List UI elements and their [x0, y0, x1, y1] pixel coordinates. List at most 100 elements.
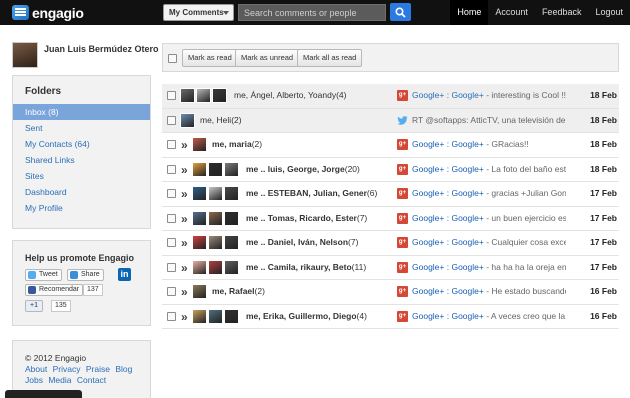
facebook-recommend-button[interactable]: Recomendar [25, 284, 84, 296]
row-checkbox[interactable] [167, 164, 176, 174]
row-checkbox[interactable] [167, 115, 176, 125]
source-link[interactable]: Google+ : Google+ [412, 286, 484, 296]
source-link[interactable]: Google+ : Google+ [412, 311, 484, 321]
footer-link-jobs[interactable]: Jobs [25, 375, 43, 385]
row-checkbox[interactable] [167, 189, 176, 198]
google-plus-count: 135 [51, 300, 71, 312]
row-checkbox[interactable] [167, 91, 176, 100]
conversation-row[interactable]: » me .. Tomas, Ricardo, Ester(7) g+ Google+… [162, 206, 619, 231]
double-chevron-icon: » [181, 138, 188, 152]
message-preview[interactable]: Google+ : Google+ - Cualquier cosa exce [412, 237, 566, 247]
tweet-button[interactable]: Tweet [25, 269, 62, 281]
participants-label: me .. Camila, rikaury, Beto(11) [246, 262, 366, 272]
message-date: 18 Feb [590, 114, 617, 125]
nav-feedback[interactable]: Feedback [535, 0, 589, 25]
folder-my-contacts[interactable]: My Contacts (64) [13, 136, 150, 152]
message-preview[interactable]: Google+ : Google+ - GRacias!! [412, 139, 566, 149]
row-checkbox[interactable] [167, 287, 176, 296]
row-checkbox[interactable] [167, 213, 176, 223]
share-button[interactable]: Share [67, 269, 104, 281]
conversation-row[interactable]: » me .. Daniel, Iván, Nelson(7) g+ Google+ … [162, 231, 619, 256]
source-link[interactable]: Google+ : Google+ [412, 213, 484, 223]
twitter-icon [28, 271, 36, 279]
message-preview[interactable]: Google+ : Google+ - La foto del baño est [412, 164, 566, 174]
linkedin-icon[interactable]: in [118, 268, 131, 281]
source-link[interactable]: Google+ : Google+ [412, 262, 484, 272]
row-checkbox[interactable] [167, 140, 176, 149]
chat-tab[interactable] [5, 390, 82, 398]
participant-avatar [224, 210, 239, 226]
mark-as-unread-button[interactable]: Mark as unread [235, 49, 300, 67]
source-link[interactable]: Google+ : Google+ [412, 90, 484, 100]
conversation-row[interactable]: » me .. Camila, rikaury, Beto(11) g+ Google… [162, 255, 619, 280]
footer-link-privacy[interactable]: Privacy [53, 364, 81, 374]
folder-shared-links[interactable]: Shared Links [13, 152, 150, 168]
participants-label: me, Heli(2) [200, 115, 242, 125]
search-button[interactable] [390, 3, 411, 21]
folder-sent[interactable]: Sent [13, 120, 150, 136]
participants-names: me, maria [212, 139, 252, 149]
double-chevron-icon: » [181, 162, 188, 177]
nav-logout[interactable]: Logout [588, 0, 630, 25]
conversation-row[interactable]: » me, Erika, Guillermo, Diego(4) g+ Google+… [162, 304, 619, 329]
select-all-checkbox[interactable] [168, 54, 177, 63]
nav-home[interactable]: Home [450, 0, 489, 25]
folder-inbox[interactable]: Inbox (8) [13, 104, 150, 120]
search-input[interactable] [238, 4, 386, 21]
source-link[interactable]: Google+ : Google+ [412, 139, 484, 149]
profile-name[interactable]: Juan Luis Bermúdez Otero [44, 44, 159, 54]
message-count: (2) [231, 114, 242, 125]
double-chevron-icon: » [181, 285, 188, 299]
message-preview[interactable]: Google+ : Google+ - interesting is Cool … [412, 90, 566, 100]
folder-my-profile[interactable]: My Profile [13, 200, 150, 216]
row-checkbox[interactable] [167, 238, 176, 247]
row-checkbox[interactable] [167, 262, 176, 272]
engagio-logo[interactable]: engagio [12, 4, 84, 21]
message-count: (2) [254, 286, 265, 296]
comments-filter-dropdown[interactable]: My Comments [163, 4, 234, 21]
participants-names: me .. Camila, rikaury, Beto [246, 261, 352, 272]
conversation-row[interactable]: » me .. luis, George, Jorge(20) g+ Google+ … [162, 157, 619, 182]
folder-sites[interactable]: Sites [13, 168, 150, 184]
participant-avatar [192, 186, 207, 201]
conversation-row[interactable]: » me .. ESTEBAN, Julian, Gener(6) g+ Google… [162, 182, 619, 207]
footer-link-contact[interactable]: Contact [77, 375, 106, 385]
participant-avatar [192, 137, 207, 152]
google-plus-one-button[interactable]: +1 [25, 300, 43, 312]
participant-avatar [192, 235, 207, 250]
message-date: 17 Feb [590, 237, 617, 247]
conversation-row[interactable]: me, Heli(2) RT @softapps: AtticTV, una te… [162, 108, 619, 133]
message-toolbar: Mark as read Mark as unread Mark all as … [162, 43, 619, 72]
avatar[interactable] [12, 42, 38, 68]
message-preview[interactable]: RT @softapps: AtticTV, una televisión de… [412, 115, 566, 125]
footer-link-praise[interactable]: Praise [86, 364, 110, 374]
conversation-row[interactable]: » me, Rafael(2) g+ Google+ : Google+ - He e… [162, 280, 619, 305]
footer-link-about[interactable]: About [25, 364, 47, 374]
snippet-text: - Cualquier cosa exce [483, 237, 566, 247]
row-checkbox[interactable] [167, 311, 176, 321]
message-preview[interactable]: Google+ : Google+ - He estado buscando [412, 286, 566, 296]
conversation-row[interactable]: » me, maria(2) g+ Google+ : Google+ - GRaci… [162, 133, 619, 158]
source-link[interactable]: Google+ : Google+ [412, 237, 484, 247]
message-preview[interactable]: Google+ : Google+ - A veces creo que la [412, 311, 566, 321]
message-date: 16 Feb [590, 310, 617, 321]
message-preview[interactable]: Google+ : Google+ - gracias +Julian Gon [412, 188, 566, 198]
folder-dashboard[interactable]: Dashboard [13, 184, 150, 200]
message-preview[interactable]: Google+ : Google+ - ha ha ha la oreja en [412, 262, 566, 272]
mark-all-as-read-button[interactable]: Mark all as read [297, 49, 363, 67]
message-count: (7) [356, 212, 368, 223]
footer-link-blog[interactable]: Blog [115, 364, 132, 374]
footer-link-media[interactable]: Media [48, 375, 71, 385]
message-preview[interactable]: Google+ : Google+ - un buen ejercicio es [412, 213, 566, 223]
participant-avatar [208, 186, 223, 201]
message-count: (20) [344, 163, 360, 174]
nav-account[interactable]: Account [488, 0, 535, 25]
source-link[interactable]: Google+ : Google+ [412, 188, 484, 198]
conversation-row[interactable]: me, Ángel, Alberto, Yoandy(4) g+ Google+ :… [162, 84, 619, 109]
google-plus-icon: g+ [397, 188, 408, 199]
message-count: (7) [348, 237, 359, 247]
double-chevron-icon: » [181, 236, 188, 250]
source-link[interactable]: Google+ : Google+ [412, 164, 484, 174]
mark-as-read-button[interactable]: Mark as read [182, 49, 238, 67]
plus-one-label: +1 [30, 302, 38, 309]
